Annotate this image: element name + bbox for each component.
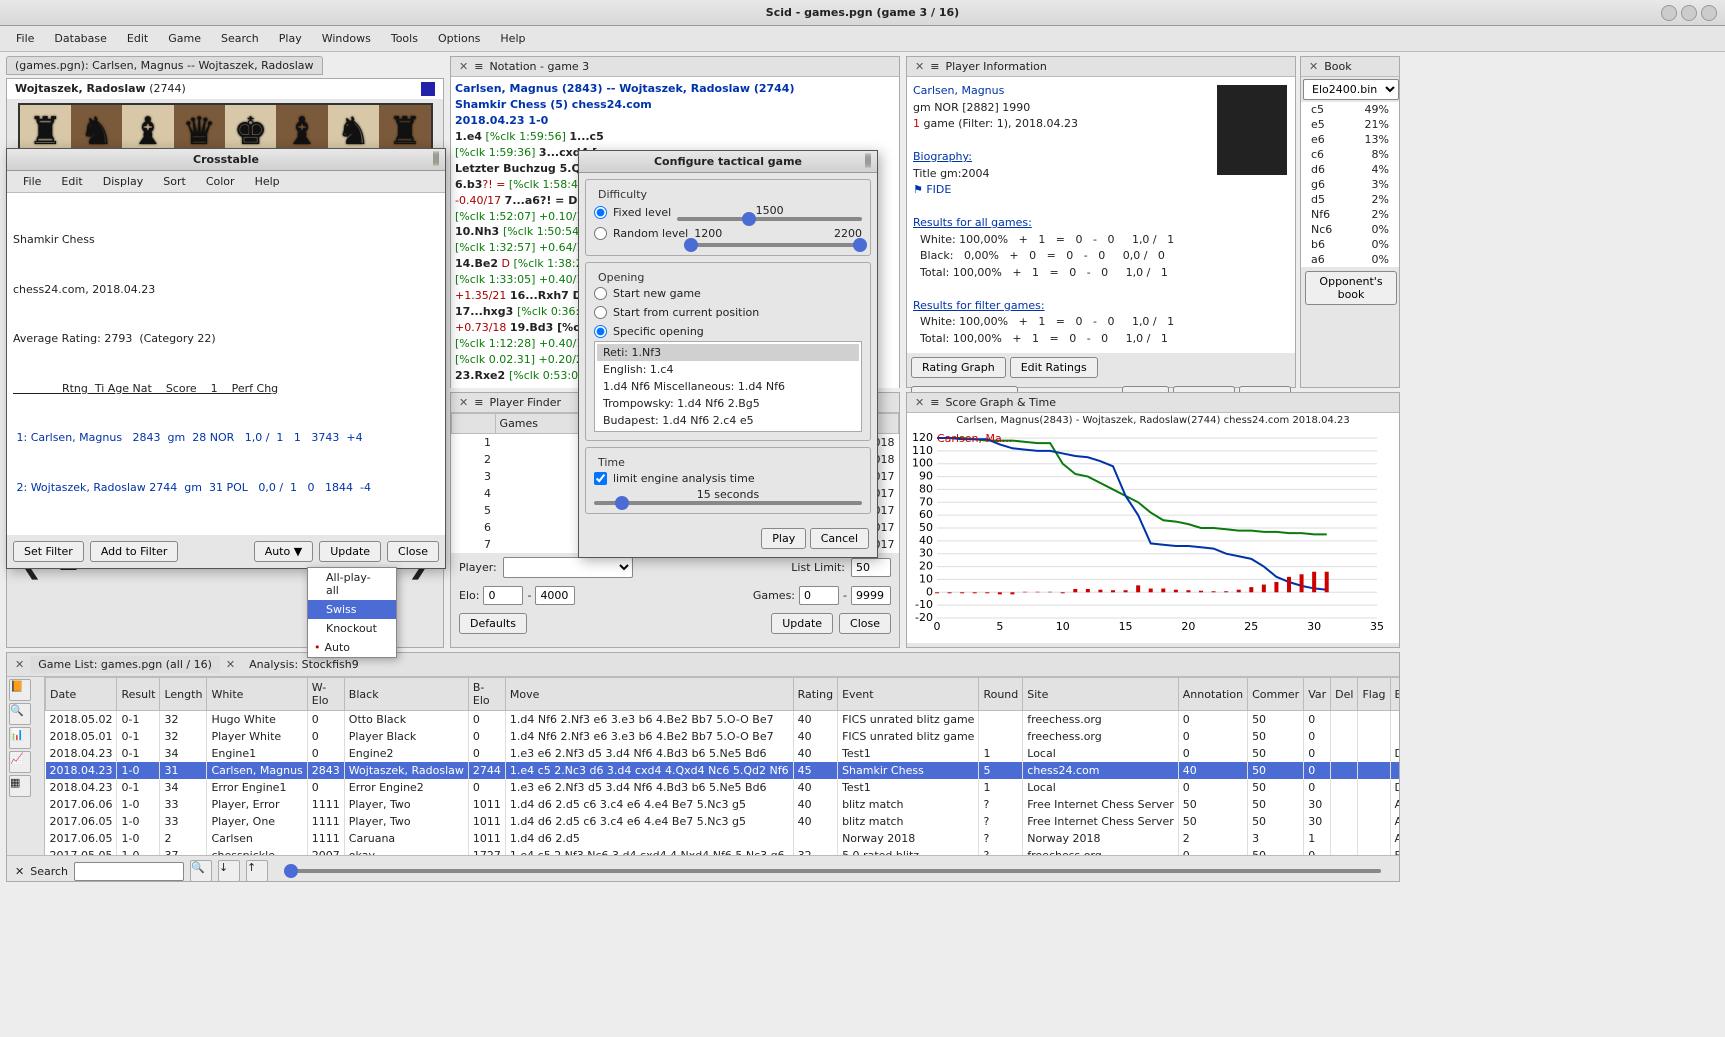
search-go-icon[interactable]: 🔍 <box>190 860 212 882</box>
elo-min-input[interactable] <box>483 586 523 605</box>
svg-text:100: 100 <box>912 457 933 470</box>
notation-close-icon[interactable]: ✕ <box>459 60 468 73</box>
svg-text:25: 25 <box>1244 620 1258 633</box>
svg-text:Carlsen, Ma...: Carlsen, Ma... <box>937 432 1012 445</box>
opponent-book-button[interactable]: Opponent's book <box>1305 271 1397 305</box>
svg-text:80: 80 <box>919 482 933 495</box>
edit-ratings-button[interactable]: Edit Ratings <box>1010 357 1098 378</box>
crosstable-close-button[interactable]: Close <box>387 541 439 562</box>
svg-text:0: 0 <box>926 585 933 598</box>
search-up-icon[interactable]: ↑ <box>246 860 268 882</box>
main-menubar: File Database Edit Game Search Play Wind… <box>0 26 1725 52</box>
pinfo-close-icon[interactable]: ✕ <box>915 60 924 73</box>
menu-windows[interactable]: Windows <box>312 28 381 49</box>
svg-text:15: 15 <box>1119 620 1133 633</box>
svg-text:70: 70 <box>919 495 933 508</box>
svg-text:110: 110 <box>912 444 933 457</box>
specific-opening-radio[interactable] <box>594 325 607 338</box>
svg-text:20: 20 <box>919 560 933 573</box>
menu-options[interactable]: Options <box>428 28 490 49</box>
svg-text:90: 90 <box>919 470 933 483</box>
rating-graph-button[interactable]: Rating Graph <box>911 357 1006 378</box>
svg-text:-10: -10 <box>915 598 933 611</box>
current-pos-radio[interactable] <box>594 306 607 319</box>
toolbar-book-icon[interactable]: 📙 <box>9 679 31 701</box>
play-button[interactable]: Play <box>761 528 806 549</box>
auto-dropdown-menu: All-play-all Swiss Knockout Auto <box>307 567 397 658</box>
svg-text:-20: -20 <box>915 611 933 624</box>
close-icon[interactable] <box>1701 5 1717 21</box>
crosstable-update-button[interactable]: Update <box>319 541 381 562</box>
player-info-panel: ✕ ≡ Player Information Carlsen, Magnus g… <box>906 56 1296 388</box>
toolbar-search-icon[interactable]: 🔍 <box>9 703 31 725</box>
games-min-input[interactable] <box>799 586 839 605</box>
svg-text:30: 30 <box>919 547 933 560</box>
menu-edit[interactable]: Edit <box>117 28 158 49</box>
toolbar-stats-icon[interactable]: 📈 <box>9 751 31 773</box>
menu-game[interactable]: Game <box>158 28 211 49</box>
svg-text:120: 120 <box>912 431 933 444</box>
search-input[interactable] <box>74 862 184 881</box>
svg-text:35: 35 <box>1370 620 1384 633</box>
black-player-bar: Wojtaszek, Radoslaw (2744) <box>7 79 443 99</box>
window-titlebar: Scid - games.pgn (game 3 / 16) <box>0 0 1725 26</box>
elo-max-input[interactable] <box>535 586 575 605</box>
svg-text:10: 10 <box>1056 620 1070 633</box>
games-max-input[interactable] <box>851 586 891 605</box>
maximize-icon[interactable] <box>1681 5 1697 21</box>
toolbar-board-icon[interactable]: ▦ <box>9 775 31 797</box>
gamelist-panel: ✕Game List: games.pgn (all / 16) ✕Analys… <box>6 652 1400 882</box>
svg-text:30: 30 <box>1307 620 1321 633</box>
score-graph-panel: ✕ ≡ Score Graph & Time Carlsen, Magnus(2… <box>906 392 1400 648</box>
defaults-button[interactable]: Defaults <box>459 613 527 634</box>
book-panel: ✕ Book Elo2400.bin c549%e521%e613%c68%d6… <box>1300 56 1400 388</box>
menu-tools[interactable]: Tools <box>381 28 428 49</box>
score-graph-svg: 1201101009080706050403020100-10-20 05101… <box>907 428 1397 638</box>
svg-text:40: 40 <box>919 534 933 547</box>
menu-play[interactable]: Play <box>269 28 312 49</box>
fixed-level-radio[interactable] <box>594 206 607 219</box>
svg-text:20: 20 <box>1181 620 1195 633</box>
svg-text:0: 0 <box>934 620 941 633</box>
menu-file[interactable]: File <box>6 28 44 49</box>
finder-close-button[interactable]: Close <box>839 613 891 634</box>
svg-text:10: 10 <box>919 572 933 585</box>
random-level-radio[interactable] <box>594 227 607 240</box>
svg-text:60: 60 <box>919 508 933 521</box>
gamelist-table[interactable]: DateResultLengthWhiteW-EloBlackB-EloMove… <box>45 677 1399 855</box>
opening-list[interactable]: Reti: 1.Nf3 English: 1.c4 1.d4 Nf6 Misce… <box>594 341 862 432</box>
menu-help[interactable]: Help <box>490 28 535 49</box>
crosstable-close-icon[interactable] <box>437 151 439 166</box>
minimize-icon[interactable] <box>1661 5 1677 21</box>
book-table[interactable]: c549%e521%e613%c68%d64%g63%d52%Nf62%Nc60… <box>1301 102 1399 267</box>
search-down-icon[interactable]: ↓ <box>218 860 240 882</box>
finder-close-icon[interactable]: ✕ <box>459 396 468 409</box>
menu-search[interactable]: Search <box>211 28 269 49</box>
new-game-radio[interactable] <box>594 287 607 300</box>
menu-database[interactable]: Database <box>44 28 117 49</box>
crosstable-dialog: Crosstable File Edit Display Sort Color … <box>6 148 446 569</box>
player-photo <box>1217 85 1287 175</box>
listlimit-input[interactable] <box>851 558 891 577</box>
book-file-select[interactable]: Elo2400.bin <box>1303 79 1399 100</box>
svg-text:5: 5 <box>996 620 1003 633</box>
auto-dropdown-button[interactable]: Auto ▼ <box>254 541 314 562</box>
toolbar-graph-icon[interactable]: 📊 <box>9 727 31 749</box>
limit-time-checkbox[interactable] <box>594 472 607 485</box>
window-title: Scid - games.pgn (game 3 / 16) <box>766 6 959 19</box>
cancel-button[interactable]: Cancel <box>810 528 869 549</box>
tactical-dialog: Configure tactical game Difficulty Fixed… <box>578 150 878 558</box>
finder-update-button[interactable]: Update <box>771 613 833 634</box>
player-select[interactable] <box>503 557 633 578</box>
black-tomove-icon <box>421 82 435 96</box>
set-filter-button[interactable]: Set Filter <box>13 541 84 562</box>
add-filter-button[interactable]: Add to Filter <box>90 541 179 562</box>
tab-games[interactable]: (games.pgn): Carlsen, Magnus -- Wojtasze… <box>6 56 323 75</box>
svg-text:50: 50 <box>919 521 933 534</box>
